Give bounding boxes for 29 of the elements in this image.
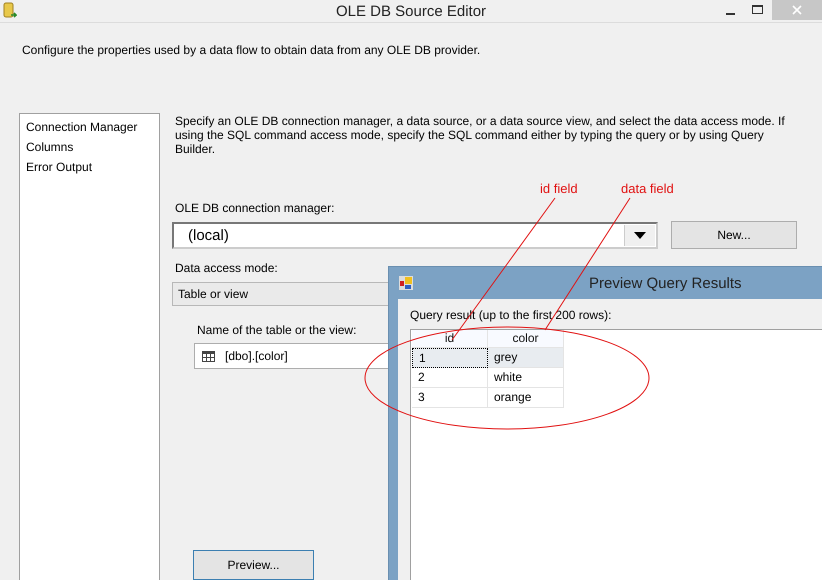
field-label: Name of the table or the view: bbox=[197, 323, 358, 337]
connection-dropdown[interactable]: (local) bbox=[172, 222, 658, 248]
sidebar-item[interactable]: Columns bbox=[20, 138, 159, 158]
description-text: Configure the properties used by a data flow to obtain data from any OLE DB provider. bbox=[22, 43, 482, 59]
table-cell: 1 bbox=[412, 348, 488, 368]
column-header[interactable]: color bbox=[488, 330, 564, 348]
field-label: OLE DB connection manager: bbox=[175, 201, 336, 215]
field-label: Data access mode: bbox=[175, 261, 279, 275]
column-header[interactable]: id bbox=[412, 330, 488, 348]
table-cell: 3 bbox=[412, 388, 488, 408]
annotation-label: id field bbox=[540, 181, 578, 196]
table-cell: grey bbox=[488, 348, 564, 368]
instructions-text: Specify an OLE DB connection manager, a data source, or a data source view, and select the data access mode. If using the SQL command access mode, specify the SQL command either by typing the query or by using Query Builder. bbox=[175, 114, 786, 156]
dialog-title: Preview Query Results bbox=[589, 274, 742, 292]
window-title: OLE DB Source Editor bbox=[336, 2, 486, 20]
maximize-icon bbox=[752, 5, 764, 15]
window-icon bbox=[399, 276, 413, 290]
sidebar-item[interactable]: Error Output bbox=[20, 158, 159, 178]
table-cell: 2 bbox=[412, 368, 488, 388]
sidebar-item[interactable]: Connection Manager bbox=[20, 118, 159, 138]
minimize-icon bbox=[726, 12, 734, 14]
table-cell: orange bbox=[488, 388, 564, 408]
new-button[interactable]: New... bbox=[671, 221, 797, 249]
preview-button[interactable]: Preview... bbox=[193, 550, 314, 580]
annotation-label: data field bbox=[621, 181, 674, 196]
table-icon bbox=[202, 350, 215, 362]
database-icon bbox=[3, 2, 17, 20]
table-cell: white bbox=[488, 368, 564, 388]
close-icon bbox=[792, 5, 802, 15]
